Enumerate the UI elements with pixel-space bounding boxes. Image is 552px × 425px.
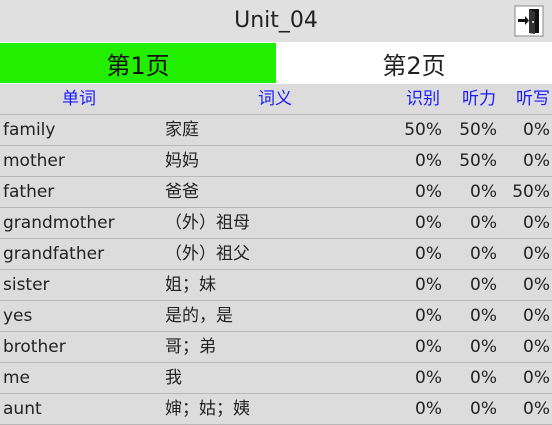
meaning-cell: 爸爸: [165, 182, 199, 202]
listening-cell: 0%: [470, 306, 497, 326]
listening-cell: 0%: [470, 399, 497, 419]
listening-cell: 0%: [470, 213, 497, 233]
meaning-cell: 婶；姑；姨: [165, 399, 250, 419]
table-row[interactable]: aunt 婶；姑；姨 0% 0% 0%: [0, 394, 552, 425]
listening-cell: 0%: [470, 275, 497, 295]
title-bar: Unit_04: [0, 0, 552, 42]
meaning-cell: 妈妈: [165, 151, 199, 171]
dictation-cell: 0%: [523, 244, 550, 264]
table-row[interactable]: grandmother （外）祖母 0% 0% 0%: [0, 208, 552, 239]
table-row[interactable]: father 爸爸 0% 0% 50%: [0, 177, 552, 208]
word-cell: me: [3, 368, 31, 388]
dictation-cell: 50%: [512, 182, 550, 202]
door-exit-icon: [514, 5, 544, 37]
listening-cell: 0%: [470, 244, 497, 264]
column-header-recognition[interactable]: 识别: [406, 84, 442, 114]
dictation-cell: 0%: [523, 399, 550, 419]
table-row[interactable]: yes 是的，是 0% 0% 0%: [0, 301, 552, 332]
table-row[interactable]: mother 妈妈 0% 50% 0%: [0, 146, 552, 177]
recognition-cell: 0%: [415, 306, 442, 326]
recognition-cell: 0%: [415, 275, 442, 295]
meaning-cell: 我: [165, 368, 182, 388]
column-header-meaning[interactable]: 词义: [258, 84, 318, 114]
dictation-cell: 0%: [523, 213, 550, 233]
tab-page-2[interactable]: 第2页: [276, 43, 552, 83]
table-row[interactable]: grandfather （外）祖父 0% 0% 0%: [0, 239, 552, 270]
listening-cell: 50%: [459, 151, 497, 171]
table-row[interactable]: brother 哥；弟 0% 0% 0%: [0, 332, 552, 363]
listening-cell: 0%: [470, 337, 497, 357]
meaning-cell: 家庭: [165, 120, 199, 140]
recognition-cell: 0%: [415, 337, 442, 357]
table-header: 单词 词义 识别 听力 听写: [0, 84, 552, 115]
recognition-cell: 0%: [415, 182, 442, 202]
app-root: Unit_04 第1页 第2页 单词 词义 识别 听力 听写 family 家庭: [0, 0, 552, 425]
listening-cell: 0%: [470, 182, 497, 202]
dictation-cell: 0%: [523, 151, 550, 171]
recognition-cell: 0%: [415, 244, 442, 264]
listening-cell: 50%: [459, 120, 497, 140]
word-cell: father: [3, 182, 55, 202]
recognition-cell: 0%: [415, 213, 442, 233]
dictation-cell: 0%: [523, 306, 550, 326]
meaning-cell: （外）祖父: [165, 244, 250, 264]
column-header-listening[interactable]: 听力: [462, 84, 498, 114]
recognition-cell: 0%: [415, 368, 442, 388]
word-cell: sister: [3, 275, 50, 295]
meaning-cell: 哥；弟: [165, 337, 216, 357]
exit-button[interactable]: [514, 5, 544, 37]
word-cell: brother: [3, 337, 66, 357]
table-row[interactable]: me 我 0% 0% 0%: [0, 363, 552, 394]
column-header-word[interactable]: 单词: [62, 84, 122, 114]
page-tabs: 第1页 第2页: [0, 42, 552, 84]
word-cell: yes: [3, 306, 33, 326]
table-row[interactable]: sister 姐；妹 0% 0% 0%: [0, 270, 552, 301]
word-cell: grandfather: [3, 244, 105, 264]
recognition-cell: 0%: [415, 399, 442, 419]
word-cell: family: [3, 120, 56, 140]
word-cell: grandmother: [3, 213, 115, 233]
word-cell: aunt: [3, 399, 42, 419]
recognition-cell: 0%: [415, 151, 442, 171]
page-title: Unit_04: [234, 8, 318, 33]
recognition-cell: 50%: [404, 120, 442, 140]
meaning-cell: 是的，是: [165, 306, 233, 326]
dictation-cell: 0%: [523, 368, 550, 388]
dictation-cell: 0%: [523, 120, 550, 140]
listening-cell: 0%: [470, 368, 497, 388]
meaning-cell: 姐；妹: [165, 275, 216, 295]
tab-page-1[interactable]: 第1页: [0, 43, 276, 83]
word-table: 单词 词义 识别 听力 听写 family 家庭 50% 50% 0% moth…: [0, 84, 552, 425]
table-row[interactable]: family 家庭 50% 50% 0%: [0, 115, 552, 146]
word-cell: mother: [3, 151, 65, 171]
dictation-cell: 0%: [523, 337, 550, 357]
meaning-cell: （外）祖母: [165, 213, 250, 233]
column-header-dictation[interactable]: 听写: [516, 84, 552, 114]
dictation-cell: 0%: [523, 275, 550, 295]
